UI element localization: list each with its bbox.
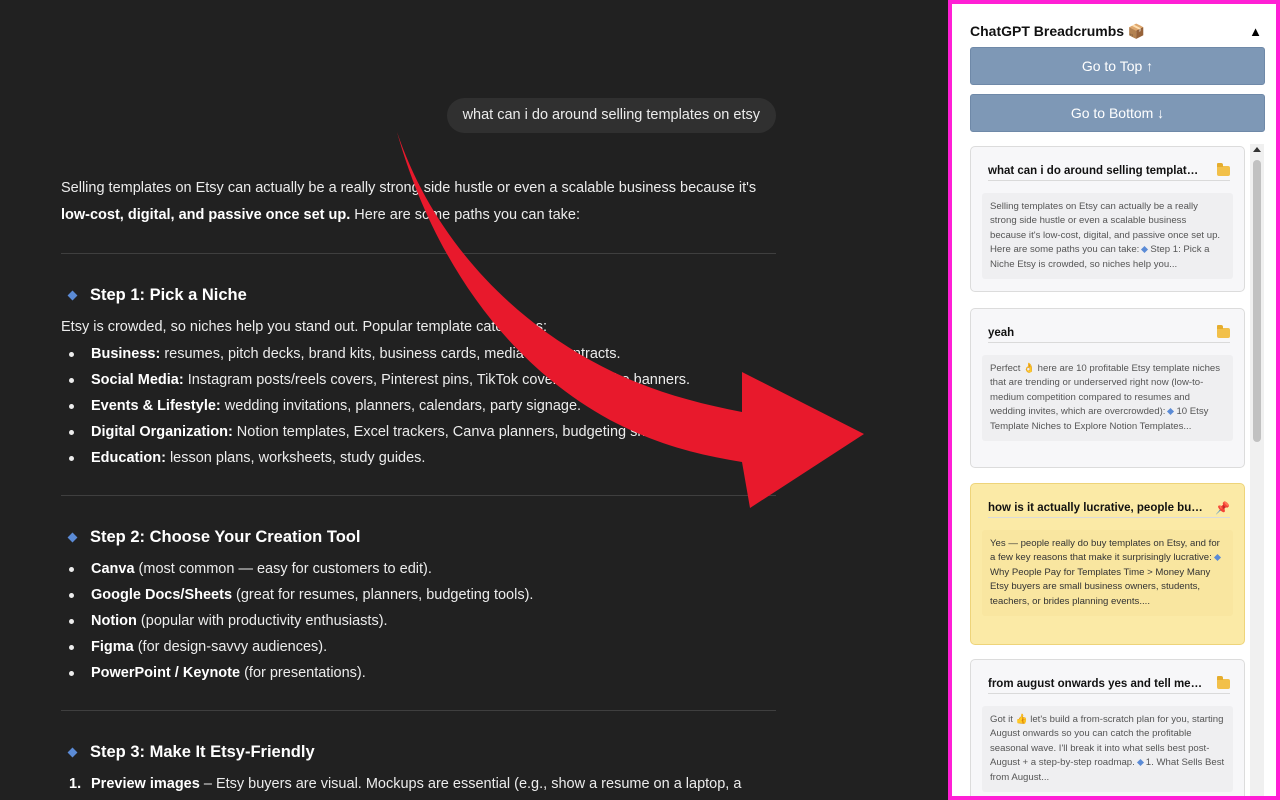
card-title: how is it actually lucrative, people bu…	[988, 501, 1203, 514]
breadcrumb-card[interactable]: yeah Perfect 👌 here are 10 profitable Et…	[970, 308, 1245, 468]
blue-diamond-icon	[1136, 759, 1144, 767]
assistant-response: Selling templates on Etsy can actually b…	[61, 175, 776, 797]
step3-list: 1. Preview images – Etsy buyers are visua…	[61, 771, 776, 797]
intro-text-1: Selling templates on Etsy can actually b…	[61, 180, 757, 196]
panel-header: ChatGPT Breadcrumbs 📦 ▲	[970, 20, 1262, 42]
folder-icon[interactable]	[1217, 324, 1230, 338]
scrollbar[interactable]	[1250, 144, 1264, 796]
card-title: what can i do around selling template…	[988, 164, 1203, 177]
card-title: from august onwards yes and tell me …	[988, 677, 1203, 690]
step1-title: Step 1: Pick a Niche	[90, 285, 247, 304]
step3-title: Step 3: Make It Etsy-Friendly	[90, 742, 315, 761]
scrollbar-thumb[interactable]	[1253, 160, 1261, 442]
card-preview: Selling templates on Etsy can actually b…	[982, 193, 1233, 280]
user-message-bubble: what can i do around selling templates o…	[446, 98, 776, 133]
folder-icon[interactable]	[1217, 162, 1230, 176]
breadcrumb-card[interactable]: from august onwards yes and tell me … Go…	[970, 659, 1245, 796]
card-header: what can i do around selling template…	[988, 161, 1230, 181]
step2-heading: Step 2: Choose Your Creation Tool	[61, 522, 776, 552]
go-to-bottom-button[interactable]: Go to Bottom ↓	[970, 94, 1265, 132]
card-header: from august onwards yes and tell me …	[988, 674, 1230, 694]
list-item: Digital Organization: Notion templates, …	[61, 419, 776, 445]
blue-diamond-icon	[67, 532, 78, 542]
blue-diamond-icon	[1141, 246, 1149, 254]
blue-diamond-icon	[1167, 408, 1175, 416]
list-item: PowerPoint / Keynote (for presentations)…	[61, 660, 776, 686]
panel-title: ChatGPT Breadcrumbs 📦	[970, 22, 1146, 39]
breadcrumb-card[interactable]: what can i do around selling template… S…	[970, 146, 1245, 292]
go-to-top-button[interactable]: Go to Top ↑	[970, 47, 1265, 85]
folder-icon[interactable]	[1217, 675, 1230, 689]
intro-bold: low-cost, digital, and passive once set …	[61, 207, 351, 223]
card-preview: Got it 👍 let's build a from-scratch plan…	[982, 706, 1233, 793]
breadcrumb-list: what can i do around selling template… S…	[970, 144, 1249, 796]
divider	[61, 495, 776, 496]
step3-heading: Step 3: Make It Etsy-Friendly	[61, 737, 776, 767]
pin-icon[interactable]: 📌	[1215, 501, 1230, 515]
step1-lead: Etsy is crowded, so niches help you stan…	[61, 319, 548, 335]
blue-diamond-icon	[67, 747, 78, 757]
intro-text-2: Here are some paths you can take:	[350, 207, 580, 223]
collapse-toggle-icon[interactable]: ▲	[1249, 24, 1262, 39]
step1-list: Business: resumes, pitch decks, brand ki…	[61, 341, 776, 471]
card-header: yeah	[988, 323, 1230, 343]
blue-diamond-icon	[67, 290, 78, 300]
list-item: Notion (popular with productivity enthus…	[61, 608, 776, 634]
blue-diamond-icon	[1213, 554, 1221, 562]
card-preview: Perfect 👌 here are 10 profitable Etsy te…	[982, 355, 1233, 442]
list-item: Business: resumes, pitch decks, brand ki…	[61, 341, 776, 367]
card-header: how is it actually lucrative, people bu……	[988, 498, 1230, 518]
step2-title: Step 2: Choose Your Creation Tool	[90, 527, 361, 546]
scroll-up-arrow-icon[interactable]	[1253, 147, 1261, 152]
list-item: Social Media: Instagram posts/reels cove…	[61, 367, 776, 393]
chat-area: what can i do around selling templates o…	[0, 0, 948, 800]
list-item: Education: lesson plans, worksheets, stu…	[61, 445, 776, 471]
divider	[61, 253, 776, 254]
intro-paragraph: Selling templates on Etsy can actually b…	[61, 175, 776, 229]
step2-list: Canva (most common — easy for customers …	[61, 556, 776, 686]
breadcrumbs-panel: ChatGPT Breadcrumbs 📦 ▲ Go to Top ↑ Go t…	[948, 0, 1280, 800]
list-item: Figma (for design-savvy audiences).	[61, 634, 776, 660]
list-item: Canva (most common — easy for customers …	[61, 556, 776, 582]
card-title: yeah	[988, 326, 1015, 339]
list-item: Google Docs/Sheets (great for resumes, p…	[61, 582, 776, 608]
divider	[61, 710, 776, 711]
breadcrumb-card-pinned[interactable]: how is it actually lucrative, people bu……	[970, 483, 1245, 645]
card-preview: Yes — people really do buy templates on …	[982, 530, 1233, 617]
list-item: 1. Preview images – Etsy buyers are visua…	[69, 776, 742, 792]
list-item: Events & Lifestyle: wedding invitations,…	[61, 393, 776, 419]
step1-heading: Step 1: Pick a Niche	[61, 280, 776, 310]
